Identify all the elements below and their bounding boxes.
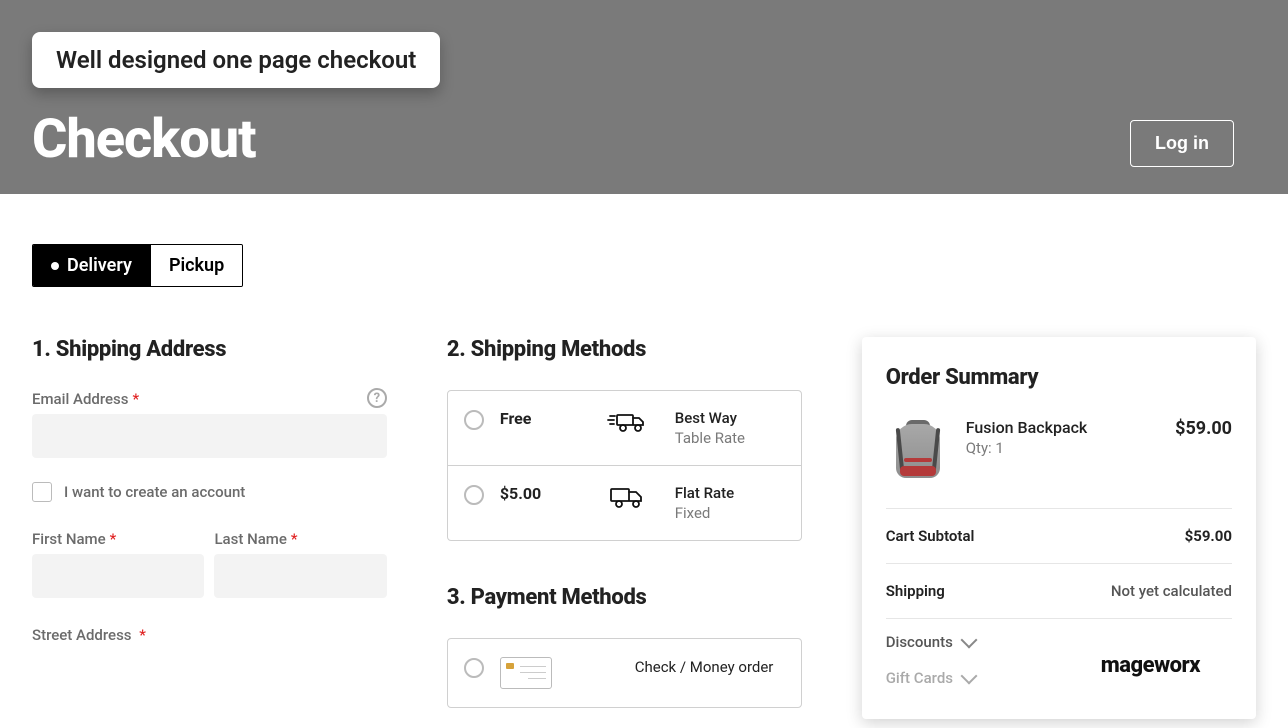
truck-icon [607,484,647,514]
fulfillment-tabs: Delivery Pickup [32,244,243,287]
required-mark: * [110,530,117,548]
street-address-label: Street Address * [32,626,387,644]
section-heading: 1. Shipping Address [32,337,387,362]
product-image [886,418,950,482]
last-name-label: Last Name* [214,530,386,548]
discounts-label: Discounts [886,633,953,651]
option-price: Free [500,409,580,428]
first-name-field[interactable] [32,554,204,598]
giftcards-label: Gift Cards [886,669,953,687]
last-name-field[interactable] [214,554,386,598]
payment-option-label: Check / Money order [635,657,785,677]
dot-icon [51,262,59,270]
page-title: Checkout [32,108,1256,171]
first-name-label: First Name* [32,530,204,548]
option-title: Flat Rate [675,484,785,502]
section-heading: 2. Shipping Methods [447,337,802,362]
product-price: $59.00 [1175,418,1232,439]
cart-item: Fusion Backpack Qty: 1 $59.00 [886,418,1232,509]
create-account-label: I want to create an account [64,483,245,501]
payment-option-check[interactable]: Check / Money order [447,638,802,708]
tab-delivery[interactable]: Delivery [33,245,150,286]
chevron-down-icon [961,668,978,685]
subtotal-row: Cart Subtotal $59.00 [886,509,1232,564]
option-price: $5.00 [500,484,580,503]
shipping-methods-section: 2. Shipping Methods Free [447,337,802,719]
email-field[interactable] [32,414,387,458]
email-label: Email Address* [32,390,387,408]
tab-pickup[interactable]: Pickup [150,245,242,286]
required-mark: * [291,530,298,548]
option-subtitle: Fixed [675,504,785,522]
subtotal-value: $59.00 [1185,527,1232,545]
radio-button[interactable] [464,410,484,430]
shipping-option-bestway[interactable]: Free Best Way [448,391,801,466]
card-icon [500,657,552,689]
create-account-checkbox[interactable] [32,482,52,502]
tagline-badge: Well designed one page checkout [32,32,440,88]
help-icon[interactable]: ? [367,388,387,408]
brand-watermark: mageworx [1091,651,1210,680]
main-content: Delivery Pickup 1. Shipping Address Emai… [0,194,1288,719]
subtotal-label: Cart Subtotal [886,527,975,545]
shipping-options: Free Best Way [447,390,802,541]
section-heading: Order Summary [886,365,1232,390]
product-qty: Qty: 1 [966,439,1088,457]
radio-button[interactable] [464,658,484,678]
chevron-down-icon [960,632,977,649]
section-heading: 3. Payment Methods [447,585,802,610]
shipping-cost-label: Shipping [886,582,945,600]
discounts-accordion[interactable]: Discounts [886,619,1232,655]
tab-label: Pickup [169,255,224,276]
product-name: Fusion Backpack [966,418,1088,437]
login-button[interactable]: Log in [1130,120,1234,167]
option-subtitle: Table Rate [675,429,785,447]
tab-label: Delivery [67,255,132,276]
shipping-address-section: 1. Shipping Address Email Address* ? I w… [32,337,387,719]
shipping-option-flatrate[interactable]: $5.00 Flat Rate Fix [448,466,801,540]
option-title: Best Way [675,409,785,427]
header: Well designed one page checkout Checkout… [0,0,1288,194]
shipping-cost-value: Not yet calculated [1111,582,1232,600]
fast-truck-icon [607,409,647,439]
required-mark: * [136,626,146,644]
radio-button[interactable] [464,485,484,505]
shipping-cost-row: Shipping Not yet calculated [886,564,1232,619]
required-mark: * [133,390,140,408]
